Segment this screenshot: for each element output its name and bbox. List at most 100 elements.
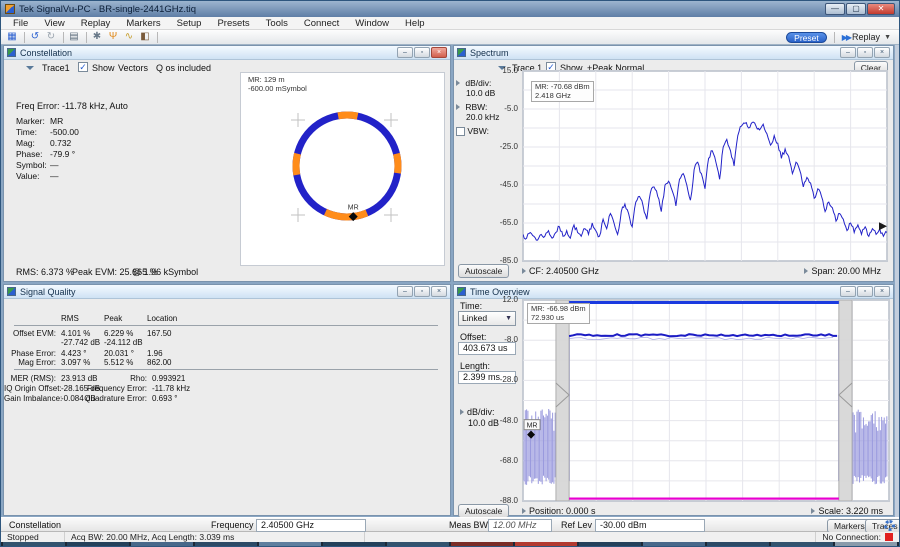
redo-icon[interactable]: ↻ <box>44 31 58 43</box>
constellation-plot[interactable]: MR MR: 129 m -600.00 mSymbol <box>240 72 445 266</box>
app-window: Tek SignalVu-PC - BR-single-2441GHz.tiq … <box>0 0 900 547</box>
sidebar-label: dB/div: <box>463 78 491 88</box>
menu-item-file[interactable]: File <box>5 18 36 29</box>
menu-item-setup[interactable]: Setup <box>169 18 210 29</box>
maximize-icon[interactable]: ▢ <box>846 3 866 15</box>
panel-minimize-icon[interactable]: – <box>840 47 856 58</box>
taskbar-window-thumb[interactable] <box>835 542 897 547</box>
column-header: Peak <box>104 314 122 323</box>
y-axis-tick: -5.0 <box>492 104 518 113</box>
location-value: 1.96 <box>147 349 163 358</box>
panel-close-icon[interactable]: × <box>874 47 890 58</box>
taskbar-window-thumb[interactable] <box>771 542 833 547</box>
center-frequency-readout[interactable]: CF: 2.40500 GHz <box>522 266 599 276</box>
minimize-icon[interactable]: — <box>825 3 845 15</box>
taskbar-window-thumb[interactable] <box>131 542 193 547</box>
marker-readout-value: -79.9 ° <box>50 149 75 159</box>
panel-minimize-icon[interactable]: – <box>840 286 856 297</box>
position-readout[interactable]: Position: 0.000 s <box>522 506 596 516</box>
menu-item-help[interactable]: Help <box>397 18 433 29</box>
antenna-icon[interactable]: Ψ <box>106 31 120 43</box>
autoscale-button[interactable]: Autoscale <box>458 504 509 518</box>
panel-close-icon[interactable]: × <box>874 286 890 297</box>
expander-icon <box>811 508 815 514</box>
show-checkbox[interactable]: ✓ <box>78 62 88 72</box>
title-bar: Tek SignalVu-PC - BR-single-2441GHz.tiq … <box>1 1 899 17</box>
taskbar-window-thumb[interactable] <box>451 542 513 547</box>
expander-icon <box>522 268 526 274</box>
panel-title: Constellation <box>20 48 396 58</box>
close-icon[interactable]: ✕ <box>867 3 895 15</box>
vbw-checkbox[interactable] <box>456 127 465 136</box>
span-readout[interactable]: Span: 20.00 MHz <box>804 266 881 276</box>
gear-icon[interactable] <box>884 520 895 531</box>
frequency-input[interactable]: 2.40500 GHz <box>256 519 366 532</box>
vectors-option[interactable]: Vectors <box>118 63 148 73</box>
menu-item-connect[interactable]: Connect <box>296 18 347 29</box>
replay-dropdown-icon[interactable]: ▼ <box>884 34 891 41</box>
rms-evm-readout: RMS: 6.373 % <box>16 267 74 277</box>
print-icon[interactable]: ▤ <box>67 31 81 43</box>
menu-item-view[interactable]: View <box>36 18 72 29</box>
display-icon <box>7 48 16 57</box>
replay-button[interactable]: ▶▶ Replay <box>842 32 880 42</box>
peak-value: 5.512 % <box>104 358 133 367</box>
time-overview-header[interactable]: Time Overview – ▫ × <box>454 285 893 299</box>
acquisition-info: Acq BW: 20.00 MHz, Acq Length: 3.039 ms <box>65 532 365 542</box>
panel-maximize-icon[interactable]: ▫ <box>857 47 873 58</box>
settings-icon[interactable]: ✱ <box>90 31 104 43</box>
taskbar-window-thumb[interactable] <box>259 542 321 547</box>
frequency-label: Frequency <box>211 520 254 530</box>
marker-tool-icon[interactable]: ∿ <box>122 31 136 43</box>
ref-level-input[interactable]: -30.00 dBm <box>595 519 705 532</box>
chevron-down-icon[interactable] <box>26 66 34 70</box>
time-mode-dropdown[interactable]: Linked▼ <box>458 311 516 326</box>
marker-label: MR <box>527 423 538 430</box>
undo-icon[interactable]: ↺ <box>28 31 42 43</box>
taskbar-window-thumb[interactable] <box>707 542 769 547</box>
constellation-header[interactable]: Constellation – ▫ × <box>4 46 450 60</box>
row-label: Phase Error: <box>4 349 56 358</box>
taskbar-window-thumb[interactable] <box>195 542 257 547</box>
panel-maximize-icon[interactable]: ▫ <box>857 286 873 297</box>
taskbar-window-thumb[interactable] <box>579 542 641 547</box>
meas-bw-input[interactable]: 12.00 MHz <box>488 519 552 532</box>
time-overview-plot[interactable]: MR MR: -66.98 dBm 72.930 us <box>522 299 890 502</box>
spectrum-header[interactable]: Spectrum – ▫ × <box>454 46 893 60</box>
rms-value: 4.101 % <box>61 329 90 338</box>
marker-readout-value: — <box>50 160 59 170</box>
spectrum-plot[interactable]: MR: -70.68 dBm 2.418 GHz <box>522 70 888 262</box>
preset-button[interactable]: Preset <box>786 32 827 43</box>
menu-item-window[interactable]: Window <box>347 18 397 29</box>
panel-maximize-icon[interactable]: ▫ <box>414 47 430 58</box>
autoscale-button[interactable]: Autoscale <box>458 264 509 278</box>
taskbar-window-thumb[interactable] <box>643 542 705 547</box>
sidebar-control-dbdiv[interactable]: dB/div:10.0 dB <box>456 78 518 98</box>
dbdiv-control[interactable]: dB/div: <box>460 407 495 417</box>
acquire-icon[interactable]: ◧ <box>138 31 152 43</box>
display-mode-label[interactable]: Constellation <box>9 520 61 530</box>
taskbar-window-thumb[interactable] <box>323 542 385 547</box>
save-icon[interactable]: ▦ <box>5 31 19 43</box>
panel-close-icon[interactable]: × <box>431 47 447 58</box>
show-label: Show <box>92 63 115 73</box>
taskbar-window-thumb[interactable] <box>67 542 129 547</box>
row-label: Quadrature Error: <box>4 394 147 403</box>
menu-item-tools[interactable]: Tools <box>258 18 296 29</box>
menu-item-replay[interactable]: Replay <box>73 18 119 29</box>
menu-item-presets[interactable]: Presets <box>209 18 257 29</box>
panel-minimize-icon[interactable]: – <box>397 47 413 58</box>
y-axis-tick: -48.0 <box>492 416 518 425</box>
connection-indicator <box>885 533 893 541</box>
windows-taskbar[interactable] <box>1 542 899 547</box>
menu-item-markers[interactable]: Markers <box>118 18 168 29</box>
taskbar-window-thumb[interactable] <box>515 542 577 547</box>
marker-readout-label: Time: <box>16 127 50 137</box>
taskbar-window-thumb[interactable] <box>3 542 65 547</box>
marker-readout-label: Value: <box>16 171 50 181</box>
sidebar-control-vbw[interactable]: VBW: <box>456 126 518 136</box>
scale-readout[interactable]: Scale: 3.220 ms <box>811 506 883 516</box>
trace-selector[interactable]: Trace1 <box>42 63 70 73</box>
display-icon <box>457 48 466 57</box>
taskbar-window-thumb[interactable] <box>387 542 449 547</box>
